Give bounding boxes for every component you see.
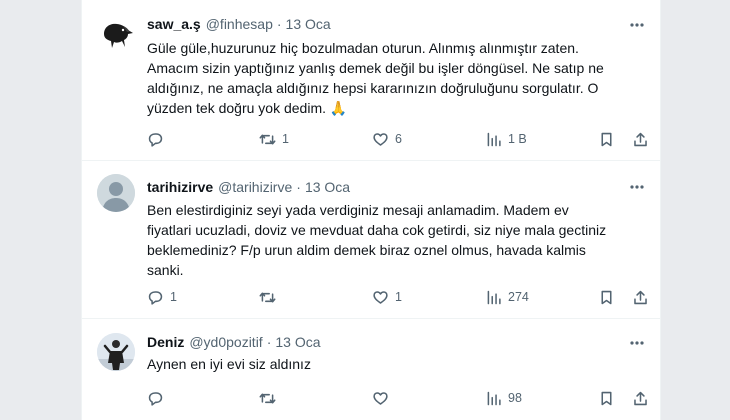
share-button[interactable] — [632, 287, 649, 307]
retweet-count: 1 — [282, 132, 289, 146]
tweet-text: Ben elestirdiginiz seyi yada verdiginiz … — [147, 200, 647, 280]
like-button[interactable]: 1 — [372, 287, 402, 307]
separator-dot: · — [266, 334, 272, 350]
tweet-text-line: Ben elestirdiginiz seyi yada verdiginiz … — [147, 202, 569, 218]
author-name[interactable]: tarihizirve — [147, 179, 213, 195]
tweet-header: tarihizirve @tarihizirve · 13 Oca — [147, 178, 350, 196]
tweet-date[interactable]: 13 Oca — [275, 334, 320, 350]
avatar[interactable] — [97, 333, 135, 371]
retweet-button[interactable]: 1 — [259, 129, 289, 149]
author-name[interactable]: saw_a.ş — [147, 16, 201, 32]
tweet-text-line: beklemediniz? F/p urun aldim demek biraz… — [147, 242, 586, 258]
views-icon — [487, 290, 501, 304]
like-count: 1 — [395, 290, 402, 304]
heart-icon — [373, 391, 388, 405]
author-handle[interactable]: @yd0pozitif — [189, 334, 262, 350]
views-button[interactable]: 98 — [485, 388, 522, 408]
tweet-text-line: Amacım sizin yaptığınız yanlış demek değ… — [147, 60, 604, 76]
tweet-text: Güle güle,huzurunuz hiç bozulmadan oturu… — [147, 38, 647, 118]
tweet-actions: 1 6 1 B — [147, 129, 647, 149]
like-button[interactable]: 6 — [372, 129, 402, 149]
bookmark-icon — [601, 391, 612, 405]
tweet-text: Aynen en iyi evi siz aldınız — [147, 354, 647, 374]
bookmark-icon — [601, 290, 612, 304]
heart-icon — [373, 132, 388, 146]
tweet-text-line: yüzden tek doğru yok dedim. 🙏 — [147, 100, 348, 116]
tweet-text-line: fiyatlari ucuzladi, doviz ve mevduat dah… — [147, 222, 607, 238]
tweet-actions: 1 1 274 — [147, 287, 647, 307]
tweet-text-line: Aynen en iyi evi siz aldınız — [147, 356, 311, 372]
reply-icon — [148, 290, 163, 305]
retweet-button[interactable] — [259, 388, 282, 408]
share-icon — [634, 290, 647, 304]
reply-icon — [148, 132, 163, 147]
tweet-date[interactable]: 13 Oca — [305, 179, 350, 195]
tweet[interactable]: Deniz @yd0pozitif · 13 Oca Aynen en iyi … — [82, 319, 660, 420]
more-icon[interactable] — [628, 178, 646, 196]
share-icon — [634, 132, 647, 146]
tweet[interactable]: tarihizirve @tarihizirve · 13 Oca Ben el… — [82, 161, 660, 319]
bookmark-button[interactable] — [598, 388, 615, 408]
reply-button[interactable] — [147, 388, 170, 408]
tweet-text-line: aldığınız, ne amaçla aldığınız hepsi kar… — [147, 80, 599, 96]
tweet-header: saw_a.ş @finhesap · 13 Oca — [147, 15, 331, 33]
views-button[interactable]: 274 — [485, 287, 529, 307]
author-name[interactable]: Deniz — [147, 334, 184, 350]
avatar[interactable] — [97, 15, 135, 53]
retweet-icon — [259, 133, 276, 145]
bookmark-button[interactable] — [598, 129, 615, 149]
tweet-actions: 98 — [147, 388, 647, 408]
views-count: 1 B — [508, 132, 527, 146]
views-icon — [487, 132, 501, 146]
author-handle[interactable]: @finhesap — [206, 16, 273, 32]
bookmark-icon — [601, 132, 612, 146]
views-count: 98 — [508, 391, 522, 405]
retweet-button[interactable] — [259, 287, 282, 307]
tweet-text-line: sanki. — [147, 262, 184, 278]
retweet-icon — [259, 392, 276, 404]
share-button[interactable] — [632, 388, 649, 408]
tweet[interactable]: saw_a.ş @finhesap · 13 Oca Güle güle,huz… — [82, 0, 660, 161]
author-handle[interactable]: @tarihizirve — [218, 179, 292, 195]
retweet-icon — [259, 291, 276, 303]
tweet-feed: saw_a.ş @finhesap · 13 Oca Güle güle,huz… — [81, 0, 661, 420]
avatar[interactable] — [97, 174, 135, 212]
more-icon[interactable] — [628, 16, 646, 34]
like-count: 6 — [395, 132, 402, 146]
views-button[interactable]: 1 B — [485, 129, 527, 149]
share-button[interactable] — [632, 129, 649, 149]
tweet-header: Deniz @yd0pozitif · 13 Oca — [147, 333, 321, 351]
views-count: 274 — [508, 290, 529, 304]
separator-dot: · — [276, 16, 282, 32]
views-icon — [487, 391, 501, 405]
reply-button[interactable]: 1 — [147, 287, 177, 307]
separator-dot: · — [296, 179, 301, 195]
heart-icon — [373, 290, 388, 304]
reply-icon — [148, 391, 163, 406]
tweet-date[interactable]: 13 Oca — [286, 16, 331, 32]
reply-count: 1 — [170, 290, 177, 304]
share-icon — [634, 391, 647, 405]
reply-button[interactable] — [147, 129, 170, 149]
more-icon[interactable] — [628, 334, 646, 352]
like-button[interactable] — [372, 388, 395, 408]
tweet-text-line: Güle güle,huzurunuz hiç bozulmadan oturu… — [147, 40, 579, 56]
bookmark-button[interactable] — [598, 287, 615, 307]
